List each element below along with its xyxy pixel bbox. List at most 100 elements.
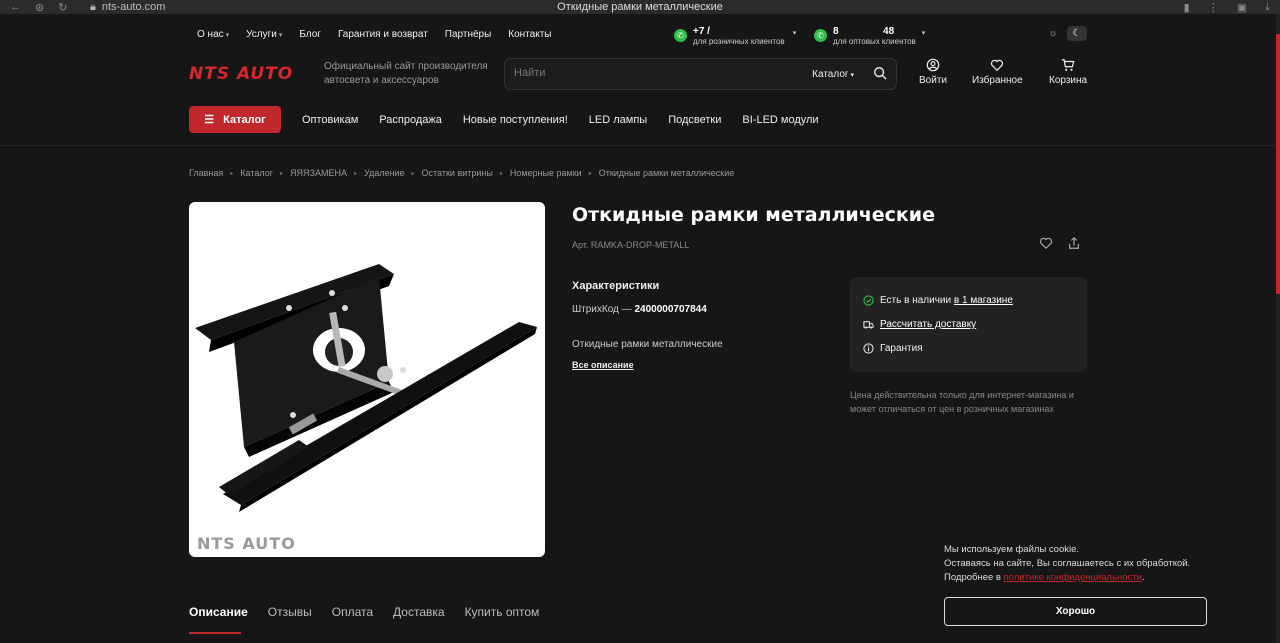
- nav-led-lamps[interactable]: LED лампы: [589, 114, 647, 126]
- barcode-row: ШтрихКод — 2400000707844: [572, 304, 707, 315]
- site-tagline: Официальный сайт производителя автосвета…: [324, 61, 488, 86]
- all-description-link[interactable]: Все описание: [572, 360, 634, 370]
- cart-button[interactable]: Корзина: [1049, 58, 1087, 86]
- main-nav: Оптовикам Распродажа Новые поступления! …: [302, 114, 819, 126]
- page: О нас Услуги Блог Гарантия и возврат Пар…: [0, 14, 1276, 643]
- search-bar: Каталог: [504, 58, 897, 90]
- download-icon[interactable]: ⤓: [1265, 1, 1270, 14]
- tab-delivery[interactable]: Доставка: [393, 605, 445, 619]
- top-nav: О нас Услуги Блог Гарантия и возврат Пар…: [197, 29, 552, 40]
- search-icon[interactable]: [873, 66, 887, 80]
- price-note: Цена действительна только для интернет-м…: [850, 390, 1074, 414]
- topnav-warranty[interactable]: Гарантия и возврат: [338, 29, 428, 40]
- topnav-blog[interactable]: Блог: [299, 29, 321, 40]
- browser-toolbar: ← ⊛ ↻ 🔒︎ nts-auto.com Откидные рамки мет…: [0, 0, 1280, 14]
- tab-description[interactable]: Описание: [189, 605, 248, 619]
- warranty-label: Гарантия: [880, 343, 923, 354]
- catalog-button-label: Каталог: [223, 113, 266, 126]
- characteristics-title: Характеристики: [572, 280, 660, 292]
- top-utility-bar: О нас Услуги Блог Гарантия и возврат Пар…: [189, 24, 1087, 46]
- product-actions: [1039, 236, 1081, 250]
- info-icon: [863, 343, 874, 354]
- cart-icon: [1061, 59, 1075, 71]
- product-photo: [195, 264, 537, 512]
- lock-icon: 🔒︎: [90, 0, 96, 13]
- image-watermark: NTS AUTO: [197, 534, 296, 553]
- heart-icon[interactable]: [1039, 236, 1053, 250]
- topnav-partners[interactable]: Партнёры: [445, 29, 492, 40]
- shield-icon[interactable]: ⊛: [35, 1, 44, 14]
- scrollbar-thumb[interactable]: [1276, 34, 1280, 294]
- bookmark-icon[interactable]: ▮: [1184, 1, 1190, 14]
- whatsapp-icon[interactable]: ✆: [674, 29, 687, 42]
- breadcrumb-item[interactable]: Каталог: [240, 168, 273, 178]
- favorites-label: Избранное: [972, 75, 1023, 86]
- address-bar[interactable]: 🔒︎ nts-auto.com: [90, 1, 165, 14]
- window-title: Откидные рамки металлические: [557, 1, 723, 13]
- search-catalog-select[interactable]: Каталог: [812, 69, 854, 80]
- warranty-row[interactable]: Гарантия: [863, 343, 923, 354]
- nav-sale[interactable]: Распродажа: [379, 114, 442, 126]
- chevron-right-icon: ▸: [411, 170, 415, 177]
- availability-row: Есть в наличии в 1 магазине: [863, 295, 1013, 306]
- topnav-about[interactable]: О нас: [197, 29, 229, 40]
- delivery-link[interactable]: Рассчитать доставку: [880, 319, 976, 330]
- breadcrumb-item[interactable]: ЯЯЯЗАМЕНА: [290, 168, 347, 178]
- wholesale-phone[interactable]: ✆ 8 48 для оптовых клиентов ▾: [814, 27, 925, 46]
- tab-reviews[interactable]: Отзывы: [268, 605, 312, 619]
- tab-wholesale[interactable]: Купить оптом: [465, 605, 540, 619]
- tab-payment[interactable]: Оплата: [332, 605, 373, 619]
- breadcrumb-item[interactable]: Главная: [189, 168, 223, 178]
- page-title: Откидные рамки металлические: [572, 204, 935, 226]
- breadcrumb-item[interactable]: Остатки витрины: [422, 168, 493, 178]
- share-icon[interactable]: [1067, 236, 1081, 250]
- refresh-icon[interactable]: ↻: [58, 1, 67, 14]
- whatsapp-icon[interactable]: ✆: [814, 29, 827, 42]
- stock-panel: Есть в наличии в 1 магазине Рассчитать д…: [850, 277, 1087, 372]
- cart-label: Корзина: [1049, 75, 1088, 86]
- breadcrumb-item[interactable]: Удаление: [364, 168, 405, 178]
- catalog-button[interactable]: ☰ Каталог: [189, 106, 281, 133]
- retail-phone[interactable]: ✆ +7 / для розничных клиентов ▾: [674, 27, 796, 46]
- nav-wholesale[interactable]: Оптовикам: [302, 114, 358, 126]
- site-logo[interactable]: NTS AUTO: [189, 64, 293, 84]
- barcode-value: 2400000707844: [634, 304, 707, 315]
- login-button[interactable]: Войти: [919, 58, 947, 86]
- sun-icon[interactable]: ☼: [1043, 26, 1063, 41]
- product-article: Арт. RAMKA-DROP-METALL: [572, 240, 690, 250]
- heart-icon: [991, 59, 1004, 72]
- user-icon: [926, 58, 940, 72]
- privacy-policy-link[interactable]: политике конфиденциальности: [1004, 572, 1142, 583]
- address-url: nts-auto.com: [101, 1, 166, 13]
- product-image[interactable]: NTS AUTO: [189, 202, 545, 557]
- delivery-row[interactable]: Рассчитать доставку: [863, 319, 976, 330]
- login-label: Войти: [919, 75, 947, 86]
- availability-store-link[interactable]: в 1 магазине: [954, 295, 1013, 306]
- availability-text: Есть в наличии: [880, 295, 952, 306]
- menu-icon: ☰: [204, 114, 215, 126]
- search-input[interactable]: [514, 67, 774, 79]
- nav-bi-led[interactable]: BI-LED модули: [742, 114, 818, 126]
- cookie-banner: Мы используем файлы cookie. Оставаясь на…: [928, 534, 1230, 643]
- chevron-right-icon: ▸: [499, 170, 503, 177]
- retail-phone-dropdown-icon[interactable]: ▾: [793, 29, 797, 37]
- back-icon[interactable]: ←: [10, 1, 21, 14]
- nav-new-arrivals[interactable]: Новые поступления!: [463, 114, 568, 126]
- scrollbar[interactable]: [1276, 14, 1280, 643]
- breadcrumb: Главная ▸ Каталог ▸ ЯЯЯЗАМЕНА ▸ Удаление…: [189, 168, 734, 178]
- nav-backlights[interactable]: Подсветки: [668, 114, 721, 126]
- chevron-right-icon: ▸: [588, 170, 592, 177]
- extension-icon[interactable]: ▣: [1237, 1, 1247, 14]
- favorites-button[interactable]: Избранное: [972, 58, 1023, 86]
- breadcrumb-item[interactable]: Номерные рамки: [510, 168, 582, 178]
- cookie-accept-button[interactable]: Хорошо: [944, 597, 1207, 626]
- topnav-services[interactable]: Услуги: [246, 29, 282, 40]
- moon-icon[interactable]: ☾: [1067, 26, 1087, 41]
- check-circle-icon: [863, 295, 874, 306]
- wholesale-phone-number: 8 48: [833, 26, 895, 37]
- wholesale-phone-caption: для оптовых клиентов: [833, 37, 916, 46]
- more-icon[interactable]: ⋮: [1208, 1, 1219, 14]
- cookie-text: Мы используем файлы cookie. Оставаясь на…: [944, 543, 1224, 585]
- topnav-contacts[interactable]: Контакты: [508, 29, 551, 40]
- wholesale-phone-dropdown-icon[interactable]: ▾: [922, 29, 926, 37]
